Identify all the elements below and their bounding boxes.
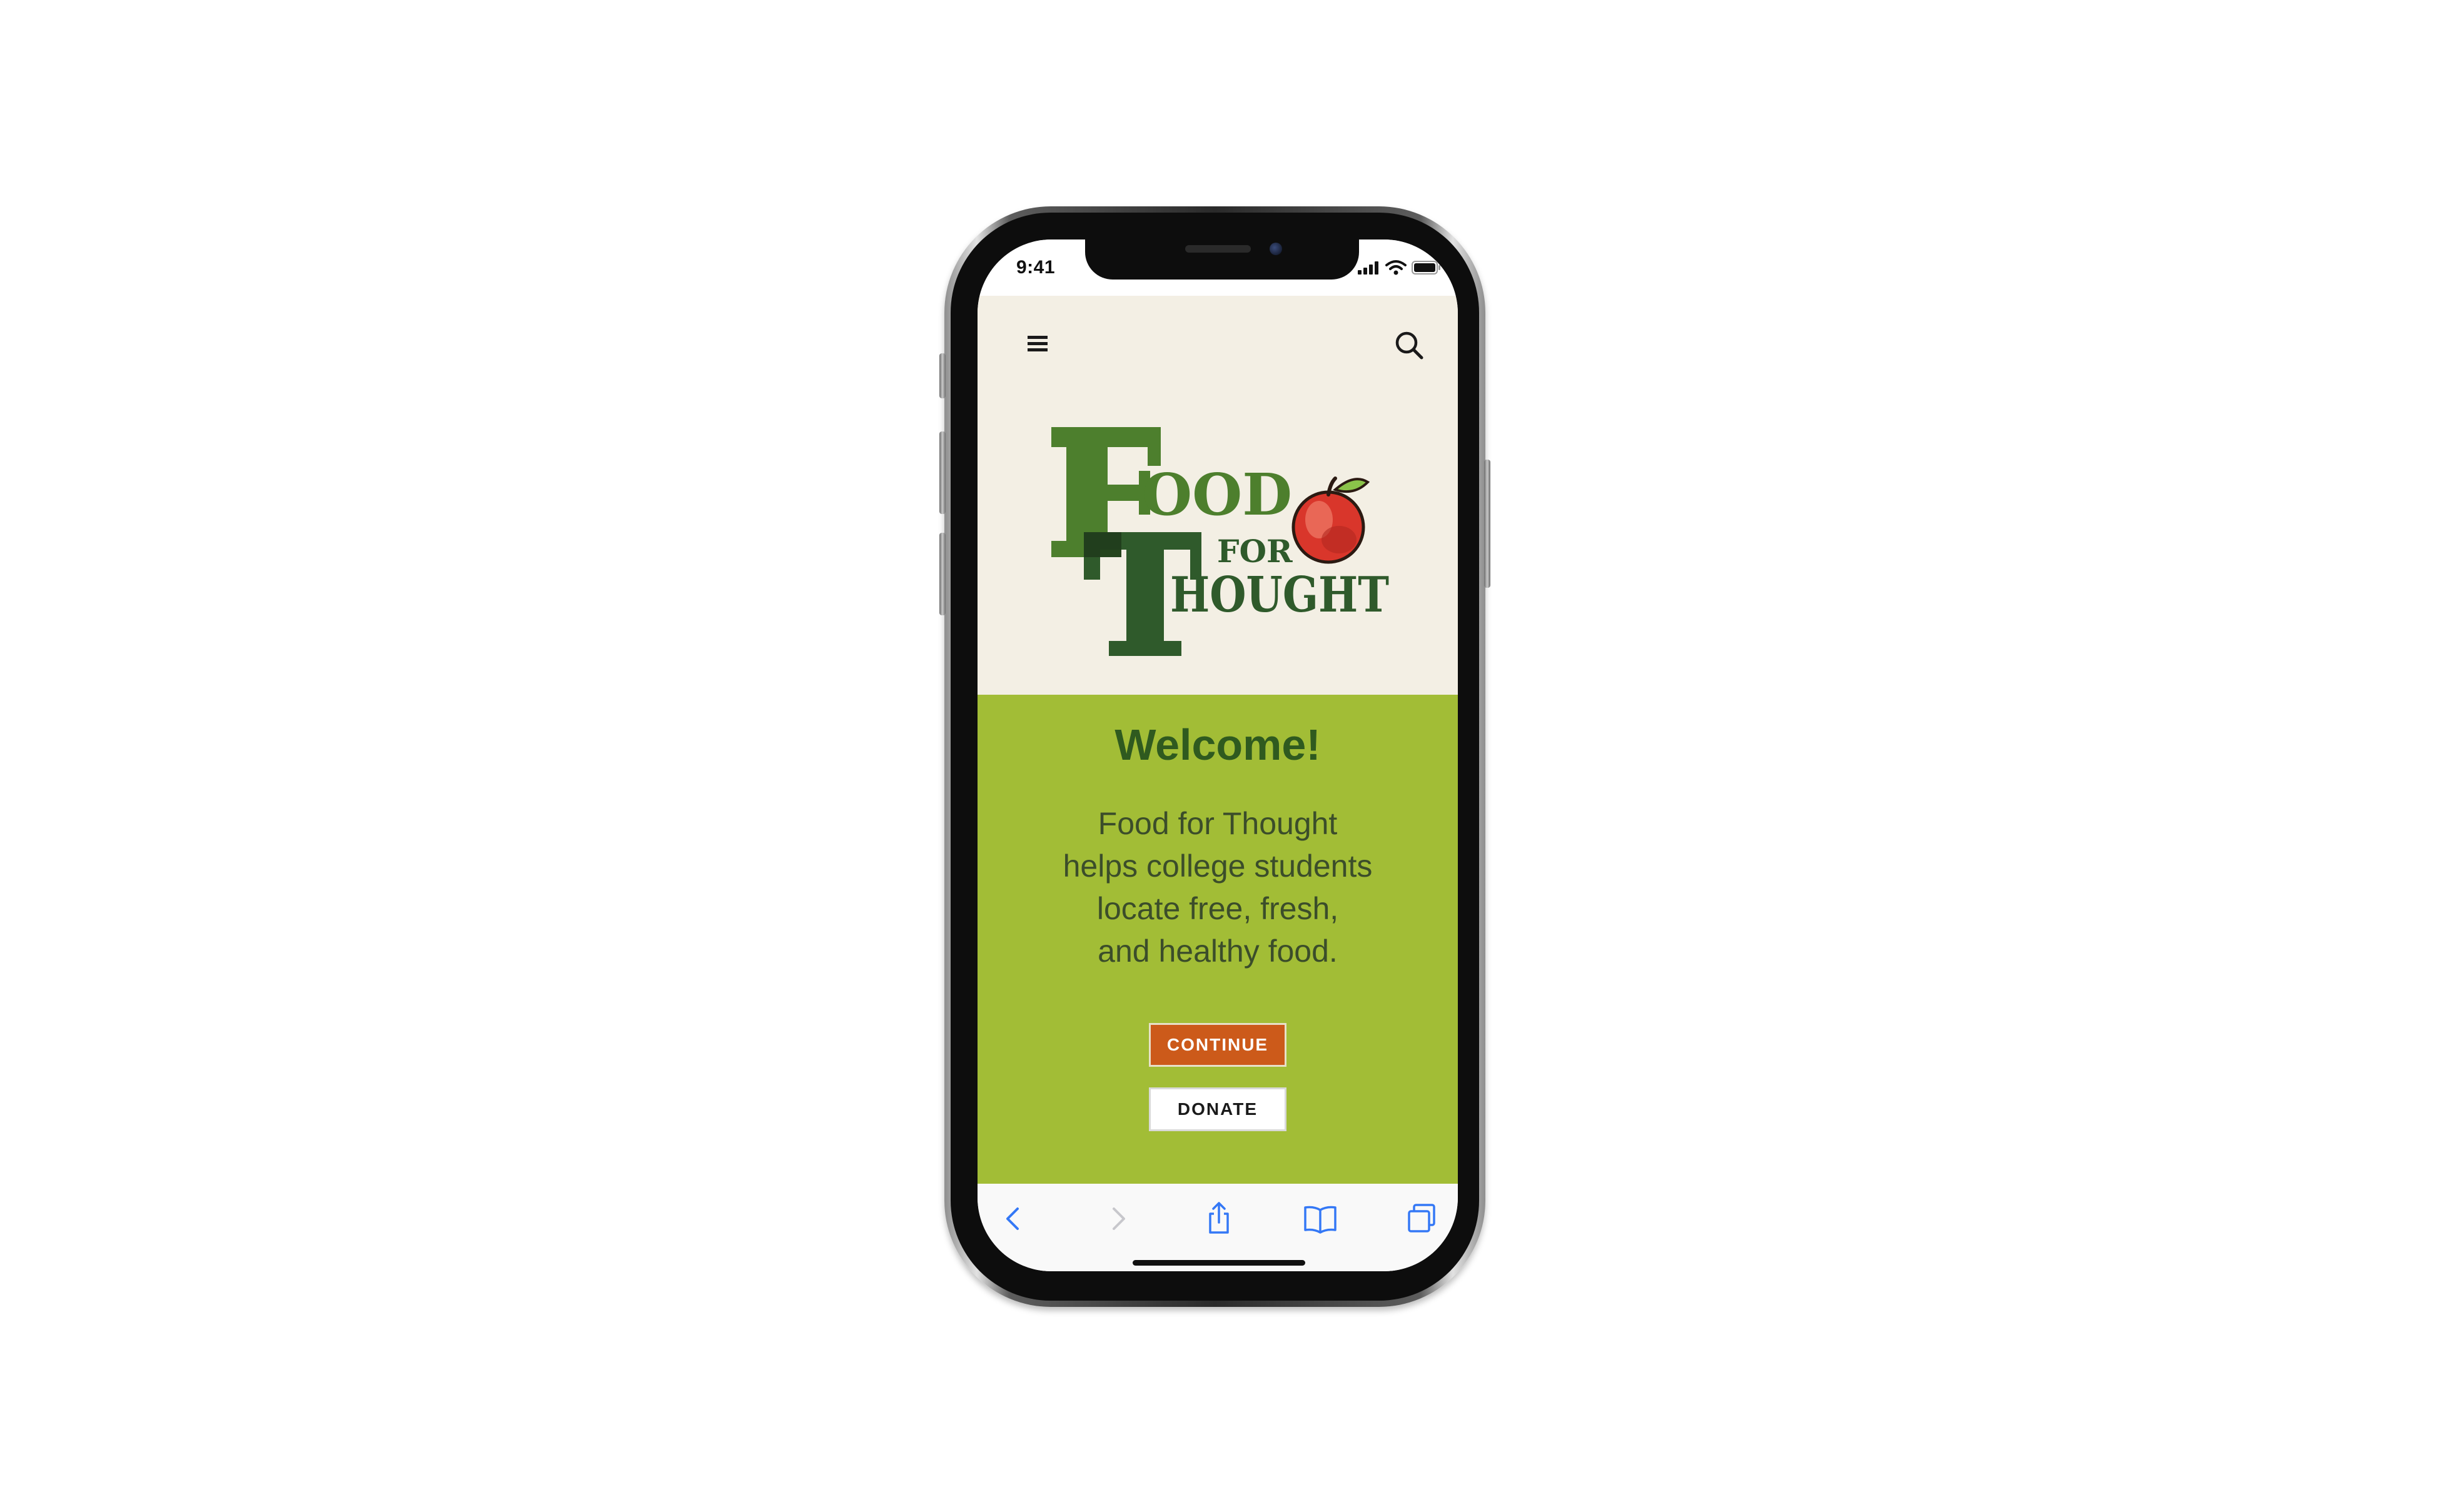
phone-notch (1085, 234, 1359, 280)
front-camera (1270, 243, 1282, 255)
silent-switch (939, 353, 946, 398)
continue-button[interactable]: CONTINUE (1149, 1023, 1286, 1067)
share-icon[interactable] (1201, 1201, 1236, 1236)
site-header: OOD FOR HOUGHT (978, 296, 1458, 695)
welcome-line: helps college students (1063, 849, 1373, 884)
logo-word-for: FOR (1217, 533, 1293, 570)
battery-icon (1412, 261, 1440, 275)
hamburger-menu-icon[interactable] (1026, 333, 1049, 355)
welcome-line: locate free, fresh, (1096, 891, 1339, 926)
tabs-icon[interactable] (1404, 1201, 1439, 1236)
logo-word-ood: OOD (1142, 461, 1292, 528)
phone-screen: 9:41 OOD FOR HOUGHT Welcome! Food for Th… (978, 239, 1458, 1271)
welcome-description: Food for Thought helps college students … (1034, 802, 1402, 972)
wifi-icon (1385, 260, 1407, 275)
volume-up-button (939, 431, 946, 514)
welcome-title: Welcome! (1114, 720, 1321, 769)
power-button (1484, 460, 1490, 588)
search-icon[interactable] (1393, 330, 1425, 361)
back-icon[interactable] (996, 1201, 1031, 1236)
volume-down-button (939, 533, 946, 615)
home-indicator[interactable] (1133, 1260, 1305, 1266)
cellular-signal-icon (1358, 261, 1378, 275)
welcome-line: and healthy food. (1098, 934, 1338, 969)
browser-toolbar (978, 1184, 1458, 1271)
status-time: 9:41 (1016, 257, 1056, 278)
apple-icon (1291, 476, 1370, 564)
welcome-panel: Welcome! Food for Thought helps college … (978, 695, 1458, 1184)
bookmarks-icon[interactable] (1303, 1201, 1338, 1236)
donate-button[interactable]: DONATE (1149, 1087, 1286, 1131)
logo-word-hought: HOUGHT (1170, 567, 1389, 623)
forward-icon[interactable] (1100, 1201, 1135, 1236)
welcome-line: Food for Thought (1098, 806, 1338, 841)
food-for-thought-logo: OOD FOR HOUGHT (1051, 427, 1389, 656)
earpiece-speaker (1185, 245, 1251, 253)
